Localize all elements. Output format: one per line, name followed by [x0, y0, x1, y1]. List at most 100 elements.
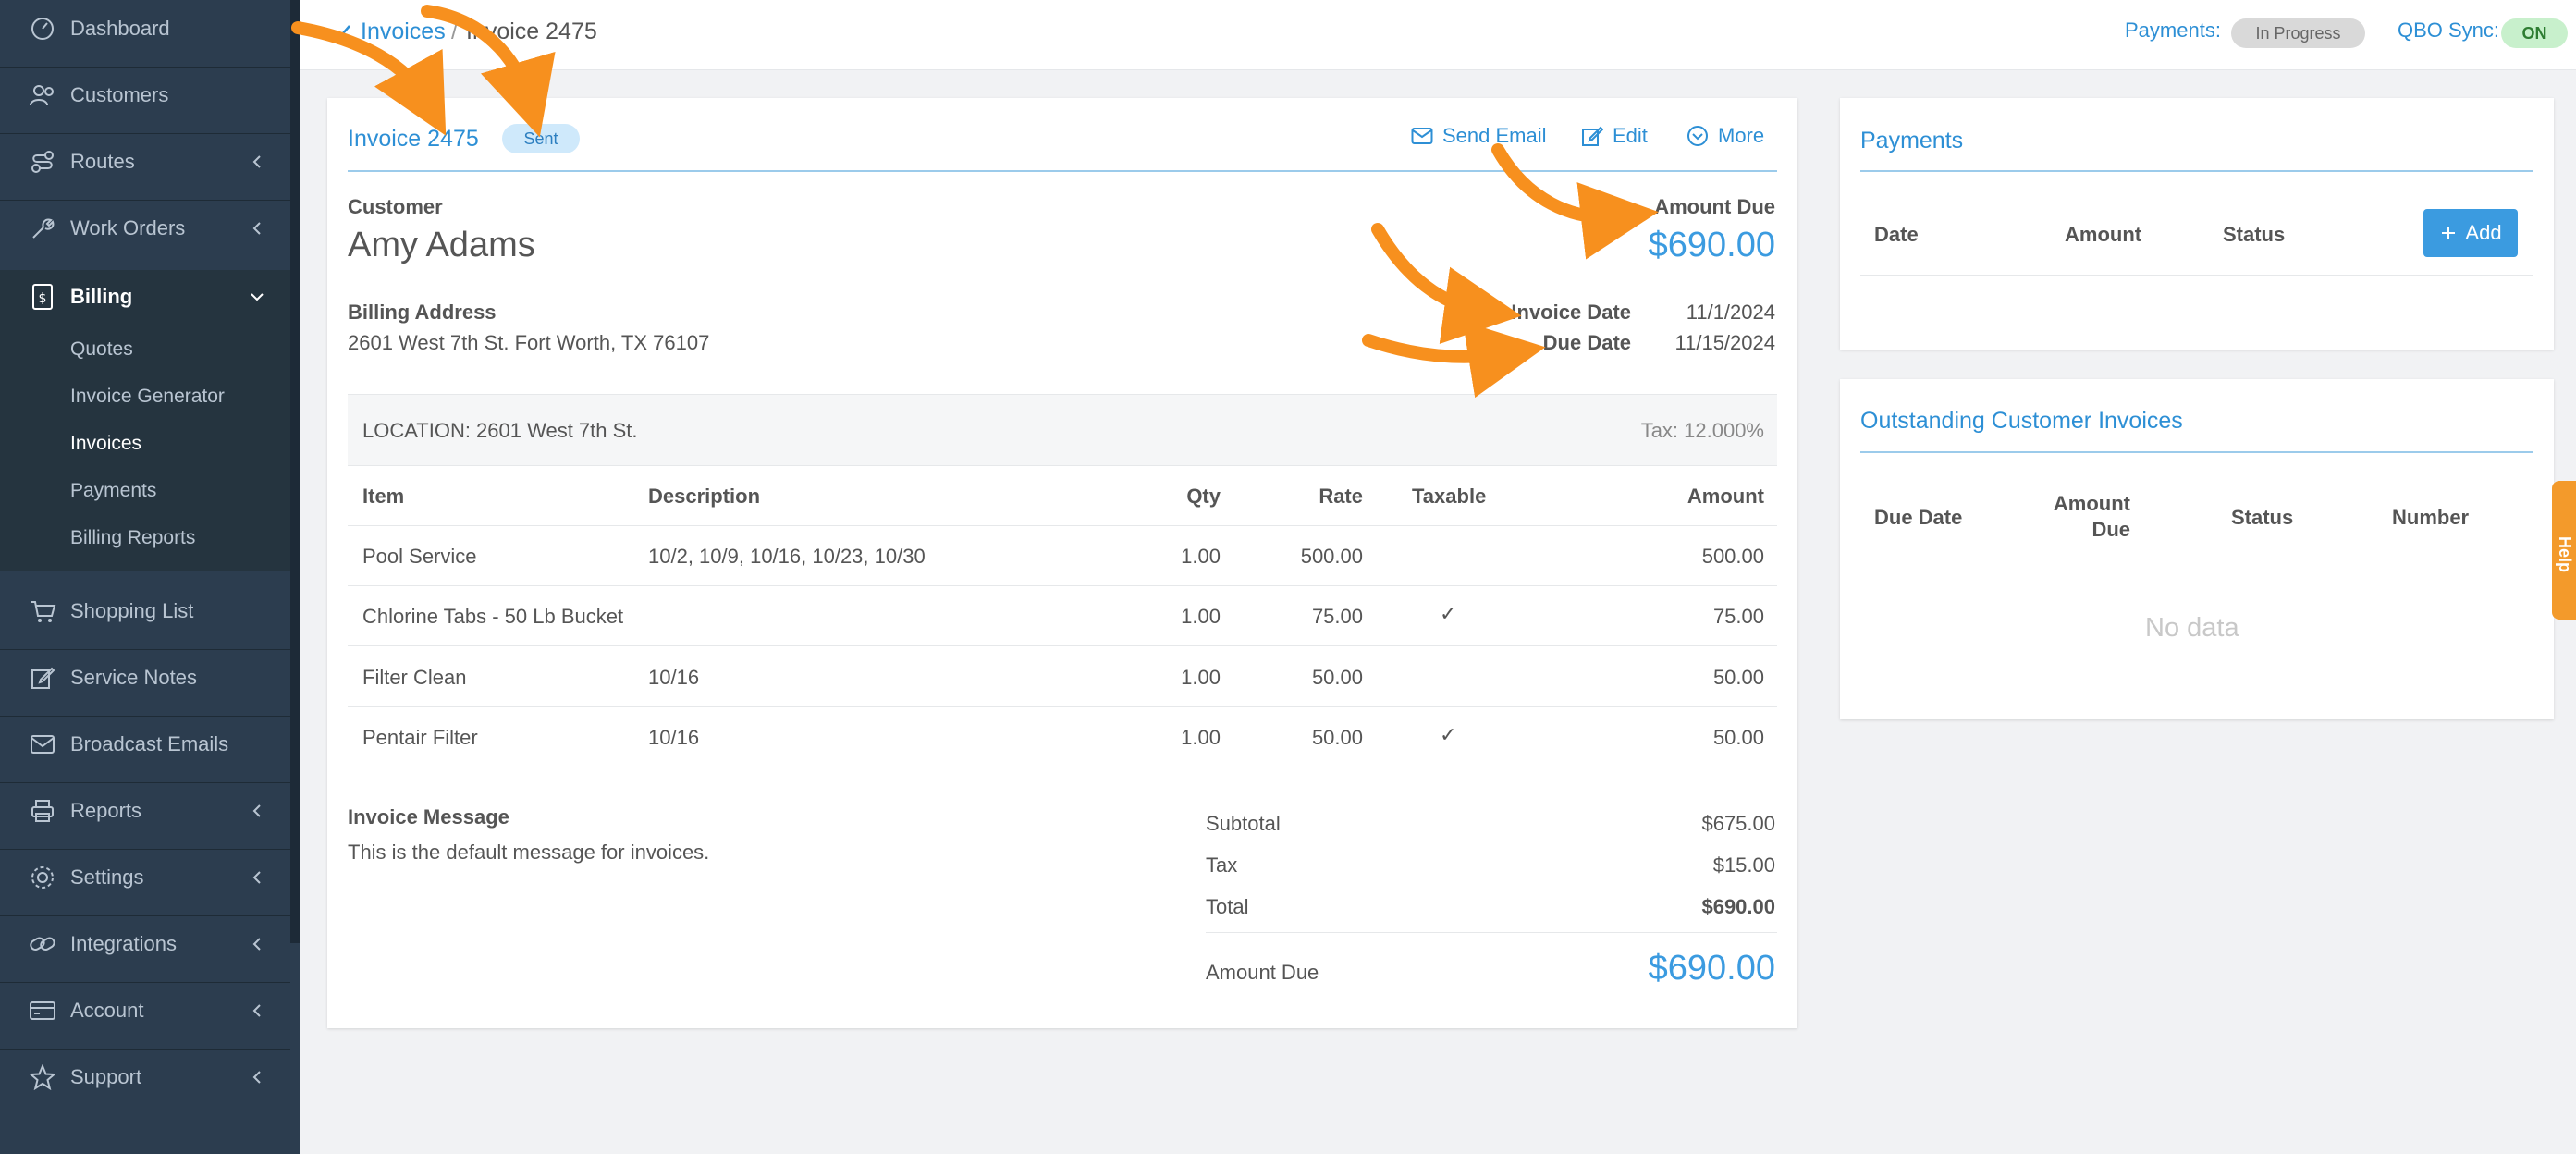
column-header-amount: Amount	[1687, 485, 1764, 508]
chevron-left-icon[interactable]	[338, 23, 355, 43]
sidebar-item-service-notes[interactable]: Service Notes	[0, 653, 290, 703]
sidebar-item-account[interactable]: Account	[0, 986, 290, 1036]
dashboard-icon	[28, 14, 57, 43]
divider	[0, 67, 290, 68]
table-divider	[348, 585, 1777, 586]
card-icon	[28, 996, 57, 1025]
sidebar-item-label: Dashboard	[70, 17, 170, 40]
divider	[0, 982, 290, 983]
footer-amount-due-label: Amount Due	[1206, 961, 1319, 984]
qbo-sync-badge[interactable]: ON	[2501, 18, 2568, 48]
location-label: LOCATION: 2601 West 7th St.	[362, 419, 638, 442]
payments-status-label: Payments:	[2125, 18, 2221, 42]
more-button[interactable]: More	[1687, 124, 1764, 148]
edit-icon	[1582, 126, 1603, 146]
column-header-item: Item	[362, 485, 405, 508]
breadcrumb-current: Invoice 2475	[466, 18, 597, 44]
sidebar-item-shopping-list[interactable]: Shopping List	[0, 586, 290, 636]
table-divider	[348, 645, 1777, 646]
sidebar-item-customers[interactable]: Customers	[0, 70, 290, 120]
invoice-title: Invoice 2475	[348, 126, 479, 152]
column-header-qty: Qty	[1186, 485, 1221, 508]
cell-qty: 1.00	[1181, 726, 1221, 749]
sidebar-item-settings[interactable]: Settings	[0, 853, 290, 902]
table-divider	[348, 525, 1777, 526]
sidebar-item-support[interactable]: Support	[0, 1052, 290, 1102]
submenu-item-invoice-generator[interactable]: Invoice Generator	[70, 386, 225, 408]
cell-rate: 75.00	[1311, 605, 1363, 628]
invoice-message-label: Invoice Message	[348, 805, 509, 829]
divider	[0, 200, 290, 201]
submenu-item-billing-reports[interactable]: Billing Reports	[70, 527, 195, 549]
sidebar-item-label: Integrations	[70, 932, 177, 955]
divider	[0, 716, 290, 717]
column-header-amount: Amount	[2065, 223, 2142, 246]
title-divider	[1860, 451, 2533, 453]
cell-amount: 75.00	[1712, 605, 1764, 628]
plus-icon	[2442, 227, 2456, 239]
table-divider	[348, 706, 1777, 707]
routes-icon	[28, 147, 57, 177]
sidebar-item-label: Settings	[70, 866, 144, 889]
cell-description: 10/2, 10/9, 10/16, 10/23, 10/30	[648, 545, 926, 568]
billing-submenu: Quotes Invoice Generator Invoices Paymen…	[0, 324, 290, 571]
subtotal-value: $675.00	[1701, 812, 1775, 835]
sidebar-item-dashboard[interactable]: Dashboard	[0, 4, 290, 54]
breadcrumb-back[interactable]: Invoices	[361, 18, 446, 45]
sidebar-item-reports[interactable]: Reports	[0, 786, 290, 836]
help-tab[interactable]: Help	[2552, 481, 2576, 620]
help-label: Help	[2556, 536, 2574, 573]
sidebar-item-label: Routes	[70, 150, 135, 173]
mail-icon	[1411, 128, 1433, 144]
tax-label: Tax	[1206, 853, 1238, 877]
subtotal-label: Subtotal	[1206, 812, 1281, 835]
divider	[0, 1049, 290, 1050]
cell-item: Pentair Filter	[362, 726, 478, 749]
chevron-circle-down-icon	[1687, 126, 1708, 146]
edit-button[interactable]: Edit	[1581, 124, 1648, 148]
sidebar-item-label: Account	[70, 999, 144, 1022]
total-label: Total	[1206, 895, 1249, 918]
edit-icon	[28, 663, 57, 693]
qbo-sync-label: QBO Sync:	[2398, 18, 2500, 42]
chevron-left-icon	[252, 1071, 261, 1084]
divider	[0, 133, 290, 134]
sidebar-scrollbar[interactable]	[290, 0, 300, 943]
customer-label: Customer	[348, 195, 443, 218]
sidebar-item-label: Reports	[70, 799, 142, 822]
submenu-item-quotes[interactable]: Quotes	[70, 338, 133, 361]
send-email-button[interactable]: Send Email	[1411, 124, 1547, 148]
sidebar-item-routes[interactable]: Routes	[0, 137, 290, 187]
sidebar-item-label: Work Orders	[70, 216, 186, 239]
add-payment-button[interactable]: Add	[2423, 209, 2518, 257]
sidebar-item-billing[interactable]: $ Billing	[0, 270, 290, 324]
send-email-label: Send Email	[1442, 124, 1547, 147]
column-header-status: Status	[2223, 223, 2286, 246]
invoice-date-label: Invoice Date	[1511, 301, 1631, 324]
customer-name: Amy Adams	[348, 226, 535, 264]
cell-description: 10/16	[648, 666, 700, 689]
cell-qty: 1.00	[1181, 666, 1221, 689]
cell-qty: 1.00	[1181, 545, 1221, 568]
title-divider	[1860, 170, 2533, 172]
billing-address-label: Billing Address	[348, 301, 497, 324]
sidebar-item-label: Billing	[70, 285, 133, 308]
chevron-left-icon	[252, 871, 261, 884]
sidebar-item-integrations[interactable]: Integrations	[0, 919, 290, 969]
tax-rate: Tax: 12.000%	[1640, 419, 1764, 442]
chevron-left-icon	[252, 804, 261, 817]
empty-state: No data	[2145, 613, 2239, 643]
cell-rate: 500.00	[1300, 545, 1363, 568]
column-header-number: Number	[2392, 506, 2470, 529]
sidebar-item-work-orders[interactable]: Work Orders	[0, 203, 290, 253]
divider	[0, 649, 290, 650]
table-divider	[1860, 275, 2533, 276]
column-header-amount-due-line2: Due	[2091, 518, 2130, 541]
submenu-item-payments[interactable]: Payments	[70, 480, 156, 502]
outstanding-card-title: Outstanding Customer Invoices	[1860, 408, 2183, 434]
divider	[0, 782, 290, 783]
submenu-item-invoices[interactable]: Invoices	[70, 433, 141, 455]
divider	[0, 915, 290, 916]
invoice-message: This is the default message for invoices…	[348, 841, 710, 864]
sidebar-item-broadcast-emails[interactable]: Broadcast Emails	[0, 719, 290, 769]
